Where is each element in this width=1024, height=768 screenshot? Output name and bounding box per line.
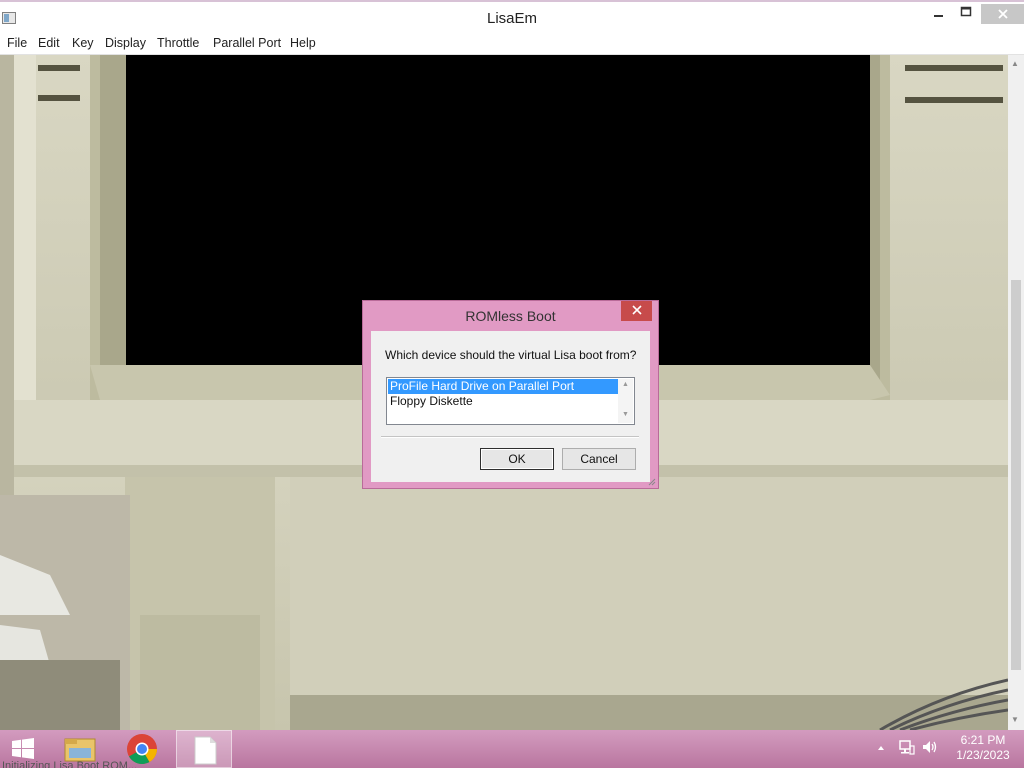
chrome-icon (127, 734, 157, 765)
window-title: LisaEm (486, 10, 538, 27)
document-icon (194, 736, 217, 765)
maximize-button[interactable] (955, 4, 977, 24)
show-hidden-icons-icon[interactable] (876, 735, 886, 756)
dialog-close-button[interactable] (621, 301, 652, 321)
cancel-button[interactable]: Cancel (562, 448, 636, 470)
taskbar-clock[interactable]: 6:21 PM 1/23/2023 (948, 733, 1018, 763)
scroll-down-icon[interactable]: ▼ (622, 411, 629, 418)
taskbar-chrome[interactable] (114, 730, 170, 768)
dialog-title: ROMless Boot (465, 308, 556, 324)
list-scrollbar[interactable]: ▲ ▼ (618, 379, 633, 423)
windows-logo-icon (12, 738, 34, 759)
vertical-scrollbar[interactable]: ▲ ▼ (1008, 55, 1024, 730)
file-explorer-icon (64, 738, 96, 762)
close-icon (997, 9, 1008, 19)
menu-parallel-port[interactable]: Parallel Port (213, 36, 281, 50)
boot-device-list[interactable]: ProFile Hard Drive on Parallel Port Flop… (386, 377, 635, 425)
start-button[interactable] (4, 734, 42, 764)
menu-throttle[interactable]: Throttle (157, 36, 199, 50)
taskbar-file-explorer[interactable] (52, 730, 108, 768)
scrollbar-thumb[interactable] (1011, 280, 1021, 670)
menu-edit[interactable]: Edit (38, 36, 60, 50)
volume-icon[interactable] (921, 735, 939, 759)
scroll-up-icon[interactable]: ▲ (622, 381, 629, 388)
menu-display[interactable]: Display (105, 36, 146, 50)
menu-help[interactable]: Help (290, 36, 316, 50)
scroll-down-icon[interactable]: ▼ (1011, 715, 1019, 724)
list-item[interactable]: ProFile Hard Drive on Parallel Port (388, 379, 619, 394)
menu-key[interactable]: Key (72, 36, 94, 50)
scroll-up-icon[interactable]: ▲ (1011, 59, 1019, 68)
dialog-body: Which device should the virtual Lisa boo… (371, 331, 650, 482)
title-bar[interactable]: LisaEm (0, 2, 1024, 32)
taskbar-lisaem[interactable] (176, 730, 232, 768)
close-button[interactable] (981, 4, 1024, 24)
maximize-icon (960, 6, 972, 17)
network-icon[interactable] (898, 735, 916, 759)
menu-file[interactable]: File (7, 36, 27, 50)
list-item[interactable]: Floppy Diskette (388, 394, 619, 409)
resize-grip-icon[interactable] (646, 476, 656, 486)
menu-bar: File Edit Key Display Throttle Parallel … (0, 32, 1024, 55)
ok-button[interactable]: OK (480, 448, 554, 470)
romless-boot-dialog: ROMless Boot Which device should the vir… (362, 300, 659, 489)
dialog-separator (381, 436, 639, 438)
clock-date: 1/23/2023 (956, 748, 1010, 762)
minimize-icon (934, 15, 943, 17)
clock-time: 6:21 PM (960, 733, 1006, 747)
dialog-question: Which device should the virtual Lisa boo… (385, 348, 637, 362)
close-icon (631, 305, 642, 315)
minimize-button[interactable] (928, 4, 950, 24)
